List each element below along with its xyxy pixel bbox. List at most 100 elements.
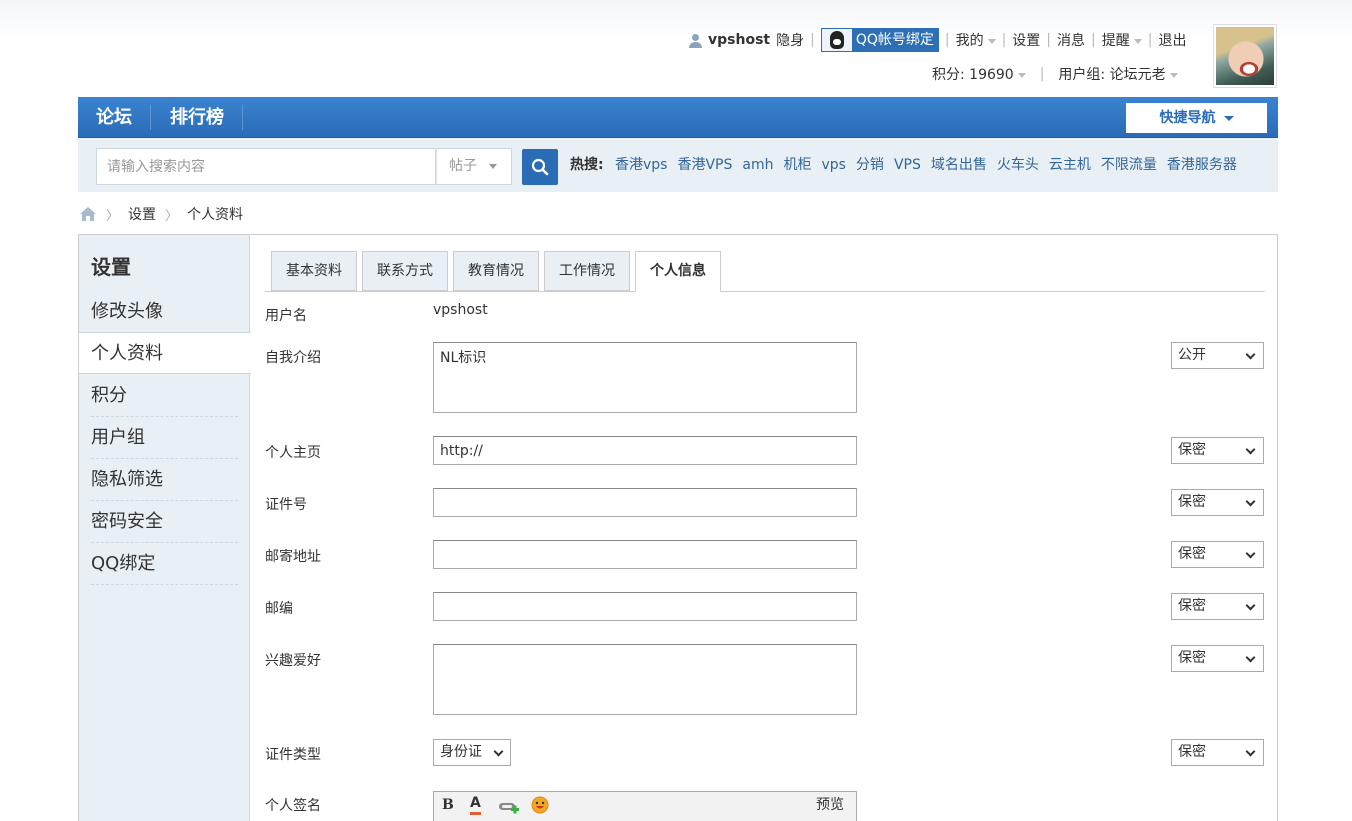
bold-button[interactable]: B xyxy=(442,795,454,815)
hot-search-link[interactable]: 不限流量 xyxy=(1101,157,1157,173)
sidebar-item-password[interactable]: 密码安全 xyxy=(91,501,238,543)
divider: | xyxy=(1147,32,1153,48)
zipcode-privacy-select[interactable]: 保密 xyxy=(1171,593,1264,620)
address-input[interactable] xyxy=(433,540,857,569)
home-icon[interactable] xyxy=(79,206,97,222)
chevron-down-icon xyxy=(987,38,996,44)
hot-search-link[interactable]: amh xyxy=(742,157,773,173)
divider: | xyxy=(944,32,950,48)
hot-search-link[interactable]: 云主机 xyxy=(1049,157,1091,173)
settings-sidebar: 设置 修改头像 个人资料 积分 用户组 隐私筛选 密码安全 QQ绑定 xyxy=(79,235,251,821)
privacy-value: 公开 xyxy=(1178,347,1206,363)
tab-work[interactable]: 工作情况 xyxy=(544,251,630,291)
divider: | xyxy=(1001,32,1007,48)
hot-search-links: 香港vps 香港VPS amh 机柜 vps 分销 VPS 域名出售 火车头 云主机 不限流量 香港服… xyxy=(615,138,1247,192)
avatar[interactable] xyxy=(1213,24,1277,88)
homepage-input[interactable] xyxy=(433,436,857,465)
homepage-privacy-select[interactable]: 保密 xyxy=(1171,437,1264,464)
search-type-label: 帖子 xyxy=(449,158,477,174)
tab-education[interactable]: 教育情况 xyxy=(453,251,539,291)
messages-link[interactable]: 消息 xyxy=(1057,30,1085,50)
tabs-divider xyxy=(265,291,1265,292)
divider: | xyxy=(1046,32,1052,48)
hobbies-privacy-select[interactable]: 保密 xyxy=(1171,645,1264,672)
quick-nav-button[interactable]: 快捷导航 xyxy=(1126,103,1267,133)
privacy-value: 保密 xyxy=(1178,494,1206,510)
search-input[interactable] xyxy=(96,148,436,185)
hot-search-link[interactable]: VPS xyxy=(894,157,921,173)
sidebar-item-usergroup[interactable]: 用户组 xyxy=(91,417,238,459)
my-menu[interactable]: 我的 xyxy=(956,30,996,50)
tab-contact[interactable]: 联系方式 xyxy=(362,251,448,291)
nav-ranking[interactable]: 排行榜 xyxy=(170,97,224,138)
preview-button[interactable]: 预览 xyxy=(816,795,844,815)
chevron-down-icon xyxy=(1245,652,1256,663)
hobbies-textarea[interactable] xyxy=(433,644,857,715)
tab-basic[interactable]: 基本资料 xyxy=(271,251,357,291)
breadcrumb: 〉 设置 〉 个人资料 xyxy=(79,202,243,226)
link-icon[interactable] xyxy=(498,798,520,818)
chevron-down-icon xyxy=(493,746,504,757)
qq-bind-button[interactable]: QQ帐号绑定 xyxy=(820,28,939,52)
username-label: 用户名 xyxy=(265,308,307,324)
divider: | xyxy=(1039,66,1045,82)
idtype-privacy-select[interactable]: 保密 xyxy=(1171,739,1264,766)
hot-search-link[interactable]: 机柜 xyxy=(783,157,811,173)
usergroup-menu[interactable]: 用户组: 论坛元老 xyxy=(1058,64,1178,84)
invisible-status-link[interactable]: 隐身 xyxy=(776,30,804,50)
points-label: 积分: 19690 xyxy=(932,67,1014,83)
quick-nav-label: 快捷导航 xyxy=(1159,110,1216,126)
sidebar-item-avatar[interactable]: 修改头像 xyxy=(91,291,238,333)
idtype-select[interactable]: 身份证 xyxy=(433,739,511,766)
logout-link[interactable]: 退出 xyxy=(1158,30,1186,50)
zipcode-input[interactable] xyxy=(433,592,857,621)
hot-search-link[interactable]: 香港vps xyxy=(615,157,667,173)
search-type-select[interactable]: 帖子 xyxy=(436,148,512,185)
reminders-menu[interactable]: 提醒 xyxy=(1102,30,1142,50)
sidebar-item-qq[interactable]: QQ绑定 xyxy=(91,543,238,585)
idnumber-label: 证件号 xyxy=(265,497,307,513)
bio-privacy-select[interactable]: 公开 xyxy=(1171,342,1264,369)
hot-search-link[interactable]: 香港VPS xyxy=(677,157,732,173)
hot-search-link[interactable]: 域名出售 xyxy=(931,157,987,173)
points-menu[interactable]: 积分: 19690 xyxy=(932,64,1026,84)
idtype-label: 证件类型 xyxy=(265,747,321,763)
hot-search-link[interactable]: 香港服务器 xyxy=(1167,157,1237,173)
privacy-value: 保密 xyxy=(1178,744,1206,760)
hot-search-link[interactable]: 分销 xyxy=(856,157,884,173)
bio-textarea[interactable]: NL标识 xyxy=(433,342,857,413)
sidebar-item-privacy[interactable]: 隐私筛选 xyxy=(91,459,238,501)
chevron-down-icon xyxy=(489,163,497,169)
hot-search-link[interactable]: 火车头 xyxy=(997,157,1039,173)
chevron-down-icon xyxy=(1245,496,1256,507)
signature-editor: B A 预览 xyxy=(433,791,857,821)
tab-personal-info[interactable]: 个人信息 xyxy=(635,251,721,292)
hot-search-link[interactable]: vps xyxy=(821,157,845,173)
sidebar-title: 设置 xyxy=(91,255,131,279)
hot-search-label: 热搜: xyxy=(570,157,604,173)
sidebar-item-points[interactable]: 积分 xyxy=(91,375,238,417)
search-button[interactable] xyxy=(522,149,558,185)
text-color-button[interactable]: A xyxy=(470,795,481,815)
nav-divider xyxy=(150,105,151,130)
idnumber-input[interactable] xyxy=(433,488,857,517)
username-link[interactable]: vpshost xyxy=(708,32,770,48)
privacy-value: 保密 xyxy=(1178,650,1206,666)
sidebar-item-profile[interactable]: 个人资料 xyxy=(79,332,251,374)
settings-link[interactable]: 设置 xyxy=(1012,30,1040,50)
chevron-down-icon xyxy=(1245,349,1256,360)
main-nav: 论坛 排行榜 快捷导航 xyxy=(78,97,1278,138)
nav-forum[interactable]: 论坛 xyxy=(96,97,132,138)
chevron-down-icon xyxy=(1245,600,1256,611)
privacy-value: 保密 xyxy=(1178,442,1206,458)
address-privacy-select[interactable]: 保密 xyxy=(1171,541,1264,568)
user-toolbar: vpshost 隐身 | QQ帐号绑定 | 我的 | 设置 | 消息 | 提醒 … xyxy=(688,24,1186,56)
settings-panel: 设置 修改头像 个人资料 积分 用户组 隐私筛选 密码安全 QQ绑定 基本资料 … xyxy=(78,234,1278,821)
user-stats: 积分: 19690 | 用户组: 论坛元老 xyxy=(932,60,1178,88)
chevron-down-icon xyxy=(1133,38,1142,44)
search-bar: 帖子 热搜: 香港vps 香港VPS amh 机柜 vps 分销 VPS 域名出售火车头云主机… xyxy=(78,138,1278,192)
smiley-icon[interactable] xyxy=(531,795,549,815)
idnumber-privacy-select[interactable]: 保密 xyxy=(1171,489,1264,516)
breadcrumb-settings[interactable]: 设置 xyxy=(128,204,156,224)
chevron-down-icon xyxy=(1245,746,1256,757)
